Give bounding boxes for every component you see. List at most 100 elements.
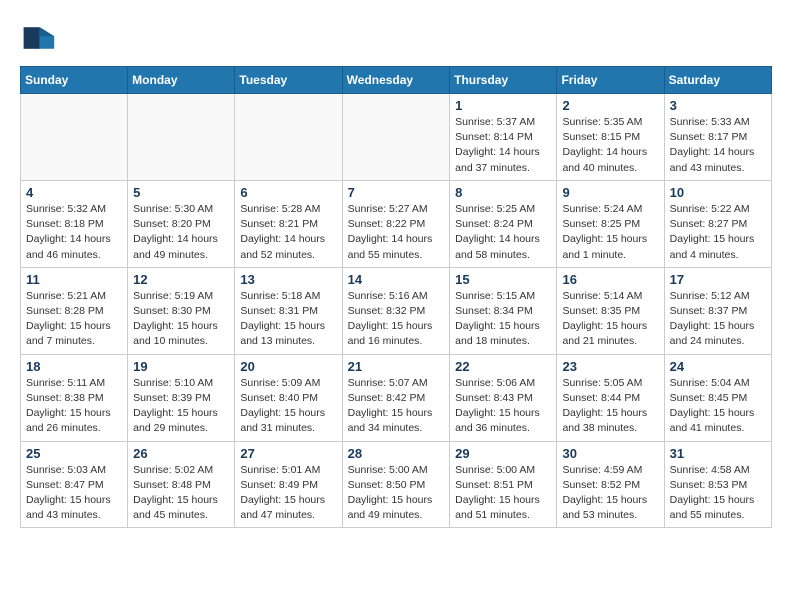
calendar-cell: 10 Sunrise: 5:22 AM Sunset: 8:27 PM Dayli… xyxy=(664,180,771,267)
day-info: Sunrise: 5:00 AM Sunset: 8:51 PM Dayligh… xyxy=(455,463,551,524)
day-number: 11 xyxy=(26,272,122,287)
calendar-cell: 21 Sunrise: 5:07 AM Sunset: 8:42 PM Dayli… xyxy=(342,354,450,441)
day-number: 18 xyxy=(26,359,122,374)
calendar-week-4: 18 Sunrise: 5:11 AM Sunset: 8:38 PM Dayli… xyxy=(21,354,772,441)
calendar-cell: 26 Sunrise: 5:02 AM Sunset: 8:48 PM Dayli… xyxy=(128,441,235,528)
day-number: 5 xyxy=(133,185,229,200)
day-number: 21 xyxy=(348,359,445,374)
calendar-cell: 12Sunrise: 5:19 AM Sunset: 8:30 PM Dayli… xyxy=(128,267,235,354)
day-number: 16 xyxy=(562,272,658,287)
logo-icon xyxy=(20,20,56,56)
day-number: 27 xyxy=(240,446,336,461)
day-info: Sunrise: 5:11 AM Sunset: 8:38 PM Dayligh… xyxy=(26,376,122,437)
day-number: 8 xyxy=(455,185,551,200)
calendar-cell: 4 Sunrise: 5:32 AM Sunset: 8:18 PM Daylig… xyxy=(21,180,128,267)
calendar-cell: 22 Sunrise: 5:06 AM Sunset: 8:43 PM Dayli… xyxy=(450,354,557,441)
calendar-cell: 25 Sunrise: 5:03 AM Sunset: 8:47 PM Dayli… xyxy=(21,441,128,528)
calendar-cell: 18 Sunrise: 5:11 AM Sunset: 8:38 PM Dayli… xyxy=(21,354,128,441)
day-number: 4 xyxy=(26,185,122,200)
calendar-week-1: 1 Sunrise: 5:37 AM Sunset: 8:14 PM Daylig… xyxy=(21,94,772,181)
day-info: Sunrise: 5:27 AM Sunset: 8:22 PM Dayligh… xyxy=(348,202,445,263)
day-info: Sunrise: 5:05 AM Sunset: 8:44 PM Dayligh… xyxy=(562,376,658,437)
day-number: 12 xyxy=(133,272,229,287)
day-info: Sunrise: 4:59 AM Sunset: 8:52 PM Dayligh… xyxy=(562,463,658,524)
day-info: Sunrise: 5:02 AM Sunset: 8:48 PM Dayligh… xyxy=(133,463,229,524)
day-number: 24 xyxy=(670,359,766,374)
day-number: 6 xyxy=(240,185,336,200)
day-info: Sunrise: 5:25 AM Sunset: 8:24 PM Dayligh… xyxy=(455,202,551,263)
weekday-header-friday: Friday xyxy=(557,67,664,94)
day-number: 14 xyxy=(348,272,445,287)
calendar-cell: 2Sunrise: 5:35 AM Sunset: 8:15 PM Daylig… xyxy=(557,94,664,181)
day-number: 15 xyxy=(455,272,551,287)
day-info: Sunrise: 5:15 AM Sunset: 8:34 PM Dayligh… xyxy=(455,289,551,350)
day-info: Sunrise: 5:10 AM Sunset: 8:39 PM Dayligh… xyxy=(133,376,229,437)
day-info: Sunrise: 5:32 AM Sunset: 8:18 PM Dayligh… xyxy=(26,202,122,263)
day-info: Sunrise: 5:22 AM Sunset: 8:27 PM Dayligh… xyxy=(670,202,766,263)
day-number: 9 xyxy=(562,185,658,200)
day-number: 28 xyxy=(348,446,445,461)
calendar-table: SundayMondayTuesdayWednesdayThursdayFrid… xyxy=(20,66,772,528)
day-number: 13 xyxy=(240,272,336,287)
day-number: 10 xyxy=(670,185,766,200)
calendar-cell: 3 Sunrise: 5:33 AM Sunset: 8:17 PM Daylig… xyxy=(664,94,771,181)
day-number: 30 xyxy=(562,446,658,461)
calendar-cell: 9Sunrise: 5:24 AM Sunset: 8:25 PM Daylig… xyxy=(557,180,664,267)
calendar-cell: 16Sunrise: 5:14 AM Sunset: 8:35 PM Dayli… xyxy=(557,267,664,354)
calendar-week-3: 11 Sunrise: 5:21 AM Sunset: 8:28 PM Dayli… xyxy=(21,267,772,354)
calendar-cell xyxy=(235,94,342,181)
calendar-header-row: SundayMondayTuesdayWednesdayThursdayFrid… xyxy=(21,67,772,94)
weekday-header-wednesday: Wednesday xyxy=(342,67,450,94)
day-info: Sunrise: 5:07 AM Sunset: 8:42 PM Dayligh… xyxy=(348,376,445,437)
day-info: Sunrise: 5:33 AM Sunset: 8:17 PM Dayligh… xyxy=(670,115,766,176)
day-number: 31 xyxy=(670,446,766,461)
day-info: Sunrise: 5:03 AM Sunset: 8:47 PM Dayligh… xyxy=(26,463,122,524)
calendar-cell: 5 Sunrise: 5:30 AM Sunset: 8:20 PM Daylig… xyxy=(128,180,235,267)
day-info: Sunrise: 5:21 AM Sunset: 8:28 PM Dayligh… xyxy=(26,289,122,350)
day-number: 26 xyxy=(133,446,229,461)
day-info: Sunrise: 5:37 AM Sunset: 8:14 PM Dayligh… xyxy=(455,115,551,176)
logo xyxy=(20,20,62,56)
weekday-header-sunday: Sunday xyxy=(21,67,128,94)
day-info: Sunrise: 5:00 AM Sunset: 8:50 PM Dayligh… xyxy=(348,463,445,524)
day-info: Sunrise: 5:06 AM Sunset: 8:43 PM Dayligh… xyxy=(455,376,551,437)
day-info: Sunrise: 5:18 AM Sunset: 8:31 PM Dayligh… xyxy=(240,289,336,350)
day-number: 25 xyxy=(26,446,122,461)
weekday-header-tuesday: Tuesday xyxy=(235,67,342,94)
calendar-cell: 8 Sunrise: 5:25 AM Sunset: 8:24 PM Daylig… xyxy=(450,180,557,267)
day-number: 7 xyxy=(348,185,445,200)
calendar-cell: 28 Sunrise: 5:00 AM Sunset: 8:50 PM Dayli… xyxy=(342,441,450,528)
day-info: Sunrise: 5:28 AM Sunset: 8:21 PM Dayligh… xyxy=(240,202,336,263)
day-number: 29 xyxy=(455,446,551,461)
header xyxy=(20,20,772,56)
calendar-cell: 27 Sunrise: 5:01 AM Sunset: 8:49 PM Dayli… xyxy=(235,441,342,528)
day-number: 1 xyxy=(455,98,551,113)
calendar-cell: 19 Sunrise: 5:10 AM Sunset: 8:39 PM Dayli… xyxy=(128,354,235,441)
calendar-cell: 14 Sunrise: 5:16 AM Sunset: 8:32 PM Dayli… xyxy=(342,267,450,354)
calendar-cell: 29 Sunrise: 5:00 AM Sunset: 8:51 PM Dayli… xyxy=(450,441,557,528)
calendar-cell: 6 Sunrise: 5:28 AM Sunset: 8:21 PM Daylig… xyxy=(235,180,342,267)
calendar-cell: 30 Sunrise: 4:59 AM Sunset: 8:52 PM Dayli… xyxy=(557,441,664,528)
calendar-cell: 13 Sunrise: 5:18 AM Sunset: 8:31 PM Dayli… xyxy=(235,267,342,354)
day-info: Sunrise: 5:01 AM Sunset: 8:49 PM Dayligh… xyxy=(240,463,336,524)
day-info: Sunrise: 5:09 AM Sunset: 8:40 PM Dayligh… xyxy=(240,376,336,437)
day-number: 3 xyxy=(670,98,766,113)
day-info: Sunrise: 5:30 AM Sunset: 8:20 PM Dayligh… xyxy=(133,202,229,263)
calendar-cell xyxy=(21,94,128,181)
day-number: 17 xyxy=(670,272,766,287)
day-number: 22 xyxy=(455,359,551,374)
calendar-cell xyxy=(342,94,450,181)
day-info: Sunrise: 5:16 AM Sunset: 8:32 PM Dayligh… xyxy=(348,289,445,350)
calendar-week-2: 4 Sunrise: 5:32 AM Sunset: 8:18 PM Daylig… xyxy=(21,180,772,267)
day-number: 19 xyxy=(133,359,229,374)
calendar-week-5: 25 Sunrise: 5:03 AM Sunset: 8:47 PM Dayli… xyxy=(21,441,772,528)
weekday-header-thursday: Thursday xyxy=(450,67,557,94)
calendar-cell: 20 Sunrise: 5:09 AM Sunset: 8:40 PM Dayli… xyxy=(235,354,342,441)
weekday-header-saturday: Saturday xyxy=(664,67,771,94)
weekday-header-monday: Monday xyxy=(128,67,235,94)
day-number: 20 xyxy=(240,359,336,374)
day-info: Sunrise: 5:12 AM Sunset: 8:37 PM Dayligh… xyxy=(670,289,766,350)
calendar-cell: 24Sunrise: 5:04 AM Sunset: 8:45 PM Dayli… xyxy=(664,354,771,441)
calendar-cell: 1 Sunrise: 5:37 AM Sunset: 8:14 PM Daylig… xyxy=(450,94,557,181)
day-info: Sunrise: 4:58 AM Sunset: 8:53 PM Dayligh… xyxy=(670,463,766,524)
